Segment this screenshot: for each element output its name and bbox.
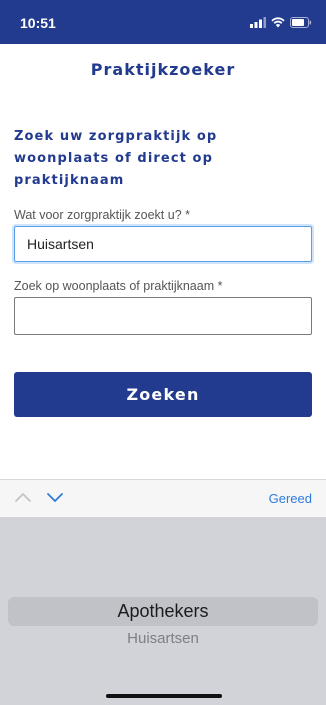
practice-type-label: Wat voor zorgpraktijk zoekt u? * <box>14 208 190 222</box>
picker-option-huisartsen[interactable]: Huisartsen <box>0 630 326 647</box>
page-title: Praktijkzoeker <box>90 60 236 79</box>
keyboard-toolbar: Gereed <box>0 479 326 517</box>
status-icons <box>250 17 312 28</box>
search-button[interactable]: Zoeken <box>14 372 312 417</box>
home-indicator <box>106 694 222 698</box>
battery-icon <box>290 17 312 28</box>
status-time: 10:51 <box>20 15 56 31</box>
picker-option-apothekers[interactable]: Apothekers <box>0 601 326 622</box>
intro-text: Zoek uw zorgpraktijk op woonplaats of di… <box>14 129 218 188</box>
chevron-up-icon[interactable] <box>14 491 32 503</box>
picker-wheel[interactable]: Apothekers Huisartsen <box>0 517 326 705</box>
practice-type-field[interactable]: Huisartsen <box>14 226 312 262</box>
chevron-down-icon[interactable] <box>46 491 64 503</box>
done-button[interactable]: Gereed <box>269 491 312 506</box>
status-bar: 10:51 <box>0 0 326 44</box>
signal-icon <box>250 17 266 28</box>
location-input[interactable] <box>14 297 312 335</box>
location-label: Zoek op woonplaats of praktijknaam * <box>14 279 223 293</box>
wifi-icon <box>271 17 285 28</box>
